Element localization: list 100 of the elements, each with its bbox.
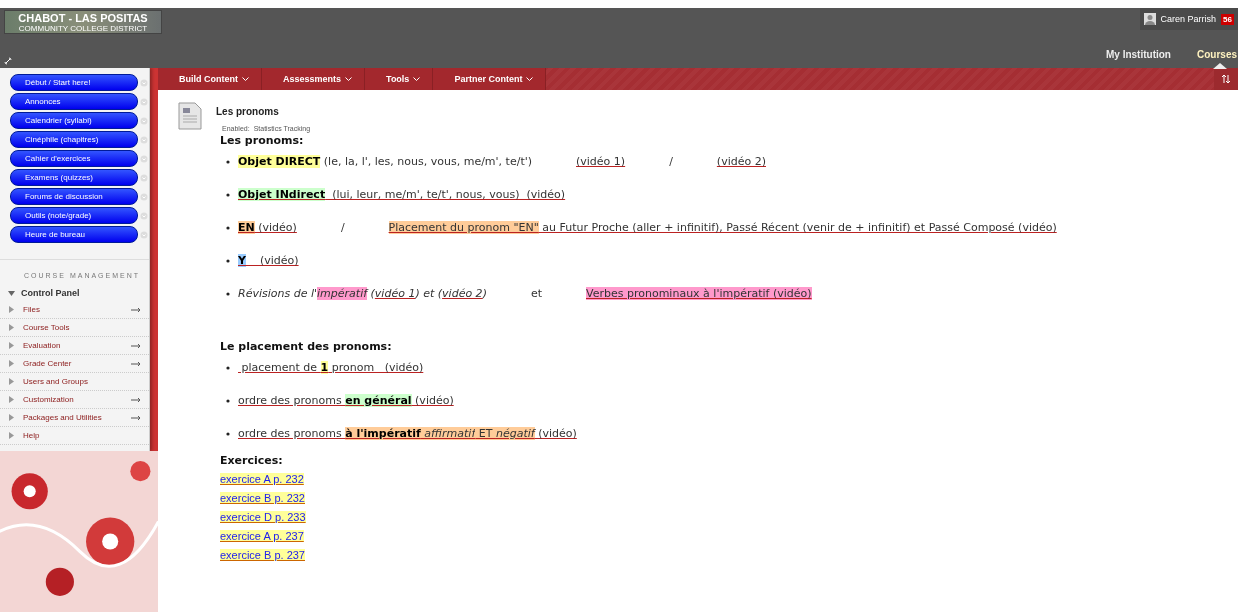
control-panel-item[interactable]: Packages and Utilities — [0, 409, 149, 427]
video-link[interactable]: à l'impératif — [345, 427, 421, 440]
reorder-button[interactable] — [1214, 68, 1238, 90]
bullet-icon — [226, 291, 230, 296]
video-link[interactable]: négatif — [495, 427, 535, 440]
nav-tab[interactable]: My Institution — [1106, 49, 1171, 60]
video-link[interactable]: EN — [238, 221, 255, 234]
control-panel-item[interactable]: Users and Groups — [0, 373, 149, 391]
chevron-down-icon — [345, 76, 353, 82]
course-menu-item[interactable]: Début / Start here! — [10, 74, 138, 91]
control-panel-label[interactable]: Control Panel — [21, 288, 80, 298]
item-text: Révisions de l' — [238, 287, 318, 300]
chevron-down-icon — [526, 76, 534, 82]
chevron-icon[interactable] — [140, 154, 148, 163]
video-link[interactable]: au Futur Proche (aller + infinitif), Passé Récent (venir de + infinitif) et Passé Composé (vidéo) — [538, 221, 1057, 234]
chevron-icon[interactable] — [140, 192, 148, 201]
chevron-icon[interactable] — [140, 97, 148, 106]
video-link[interactable]: ordre des pronoms — [238, 394, 346, 407]
video-link[interactable]: ET — [475, 427, 496, 440]
video-link[interactable]: (vidéo) — [245, 254, 299, 267]
control-panel-item[interactable]: Customization — [0, 391, 149, 409]
control-panel-item[interactable]: Files — [0, 301, 149, 319]
video-link[interactable]: vidéo 1 — [374, 287, 416, 300]
control-panel-item[interactable]: Help — [0, 427, 149, 445]
bullet-icon — [226, 192, 230, 197]
avatar-icon — [1143, 13, 1156, 25]
sort-arrows-icon — [1221, 74, 1231, 84]
item-text: impératif — [317, 287, 368, 300]
logo-title: CHABOT - LAS POSITAS — [18, 11, 148, 24]
college-logo[interactable]: CHABOT - LAS POSITAS COMMUNITY COLLEGE DISTRICT — [4, 10, 162, 34]
video-link[interactable]: ordre des pronoms — [238, 427, 346, 440]
document-icon — [178, 102, 202, 130]
bullet-icon — [226, 365, 230, 370]
caret-right-icon — [8, 414, 15, 421]
course-menu-item[interactable]: Cinéphile (chapitres) — [10, 131, 138, 148]
video-link[interactable]: vidéo 2 — [442, 287, 483, 300]
video-link[interactable]: affirmatif — [420, 427, 476, 440]
video-link[interactable]: Placement du pronom "EN" — [388, 221, 539, 234]
item-text: Objet DIRECT — [238, 155, 321, 168]
bullet-icon — [226, 431, 230, 436]
course-menu-item[interactable]: Outils (note/grade) — [10, 207, 138, 224]
exercise-link[interactable]: exercice B p. 232 — [220, 492, 305, 504]
control-panel-item[interactable]: Grade Center — [0, 355, 149, 373]
section-heading: Les pronoms: — [220, 134, 305, 147]
caret-right-icon — [8, 360, 15, 367]
item-text: (le, la, l', les, nous, vous, me/m', te/t') — [322, 155, 532, 168]
caret-right-icon — [8, 378, 15, 385]
item-text: ) — [482, 287, 487, 300]
exercises-heading: Exercices: — [220, 454, 284, 467]
video-link[interactable]: (lui, leur, me/m', te/t', nous, vous) (vidéo) — [325, 188, 566, 201]
action-menu-button[interactable]: Build Content — [158, 68, 262, 90]
bullet-icon — [226, 398, 230, 403]
notification-badge: 56 — [1221, 13, 1234, 25]
action-menu-button[interactable]: Assessments — [262, 68, 366, 90]
video-link[interactable]: (vidéo) — [254, 221, 297, 234]
video-link[interactable]: Objet INdirect — [238, 188, 326, 201]
bullet-icon — [226, 225, 230, 230]
video-link[interactable]: 1 — [320, 361, 329, 374]
exercise-link[interactable]: exercice A p. 232 — [220, 473, 304, 485]
user-menu[interactable]: Caren Parrish 56 — [1139, 8, 1238, 30]
course-menu-item[interactable]: Annonces — [10, 93, 138, 110]
course-menu-item[interactable]: Examens (quizzes) — [10, 169, 138, 186]
item-text: / — [340, 221, 345, 234]
chevron-icon[interactable] — [140, 135, 148, 144]
action-menu-button[interactable]: Tools — [365, 68, 434, 90]
link-icon[interactable] — [4, 57, 12, 65]
course-menu-item[interactable]: Calendrier (syllabi) — [10, 112, 138, 129]
user-name: Caren Parrish — [1160, 14, 1217, 24]
item-text: ) et ( — [415, 287, 443, 300]
video-link[interactable]: placement de — [238, 361, 321, 374]
control-panel-item[interactable]: Evaluation — [0, 337, 149, 355]
video-link[interactable]: pronom (vidéo) — [328, 361, 424, 374]
course-menu-item[interactable]: Cahier d'exercices — [10, 150, 138, 167]
item-title[interactable]: Les pronoms — [216, 106, 311, 117]
chevron-icon[interactable] — [140, 173, 148, 182]
exercise-link[interactable]: exercice B p. 237 — [220, 549, 305, 561]
video-link[interactable]: (vidéo 1) — [576, 155, 626, 168]
item-text: / — [669, 155, 673, 168]
chevron-icon[interactable] — [140, 230, 148, 239]
section-heading: Le placement des pronoms: — [220, 340, 393, 353]
video-link[interactable]: Verbes pronominaux à l'impératif (vidéo) — [586, 287, 812, 300]
course-menu-item[interactable]: Forums de discussion — [10, 188, 138, 205]
caret-right-icon — [8, 342, 15, 349]
item-text: et — [530, 287, 542, 300]
caret-right-icon — [8, 432, 15, 439]
chevron-icon[interactable] — [140, 78, 148, 87]
course-menu-item[interactable]: Heure de bureau — [10, 226, 138, 243]
video-link[interactable]: (vidéo) — [411, 394, 454, 407]
chevron-icon[interactable] — [140, 211, 148, 220]
caret-down-icon[interactable] — [8, 289, 15, 297]
video-link[interactable]: Y — [238, 254, 246, 267]
chevron-icon[interactable] — [140, 116, 148, 125]
video-link[interactable]: en général — [345, 394, 412, 407]
caret-right-icon — [8, 324, 15, 331]
action-menu-button[interactable]: Partner Content — [433, 68, 547, 90]
video-link[interactable]: (vidéo 2) — [716, 155, 766, 168]
control-panel-item[interactable]: Course Tools — [0, 319, 149, 337]
exercise-link[interactable]: exercice D p. 233 — [220, 511, 306, 523]
logo-subtitle: COMMUNITY COLLEGE DISTRICT — [18, 23, 148, 33]
exercise-link[interactable]: exercice A p. 237 — [220, 530, 304, 542]
